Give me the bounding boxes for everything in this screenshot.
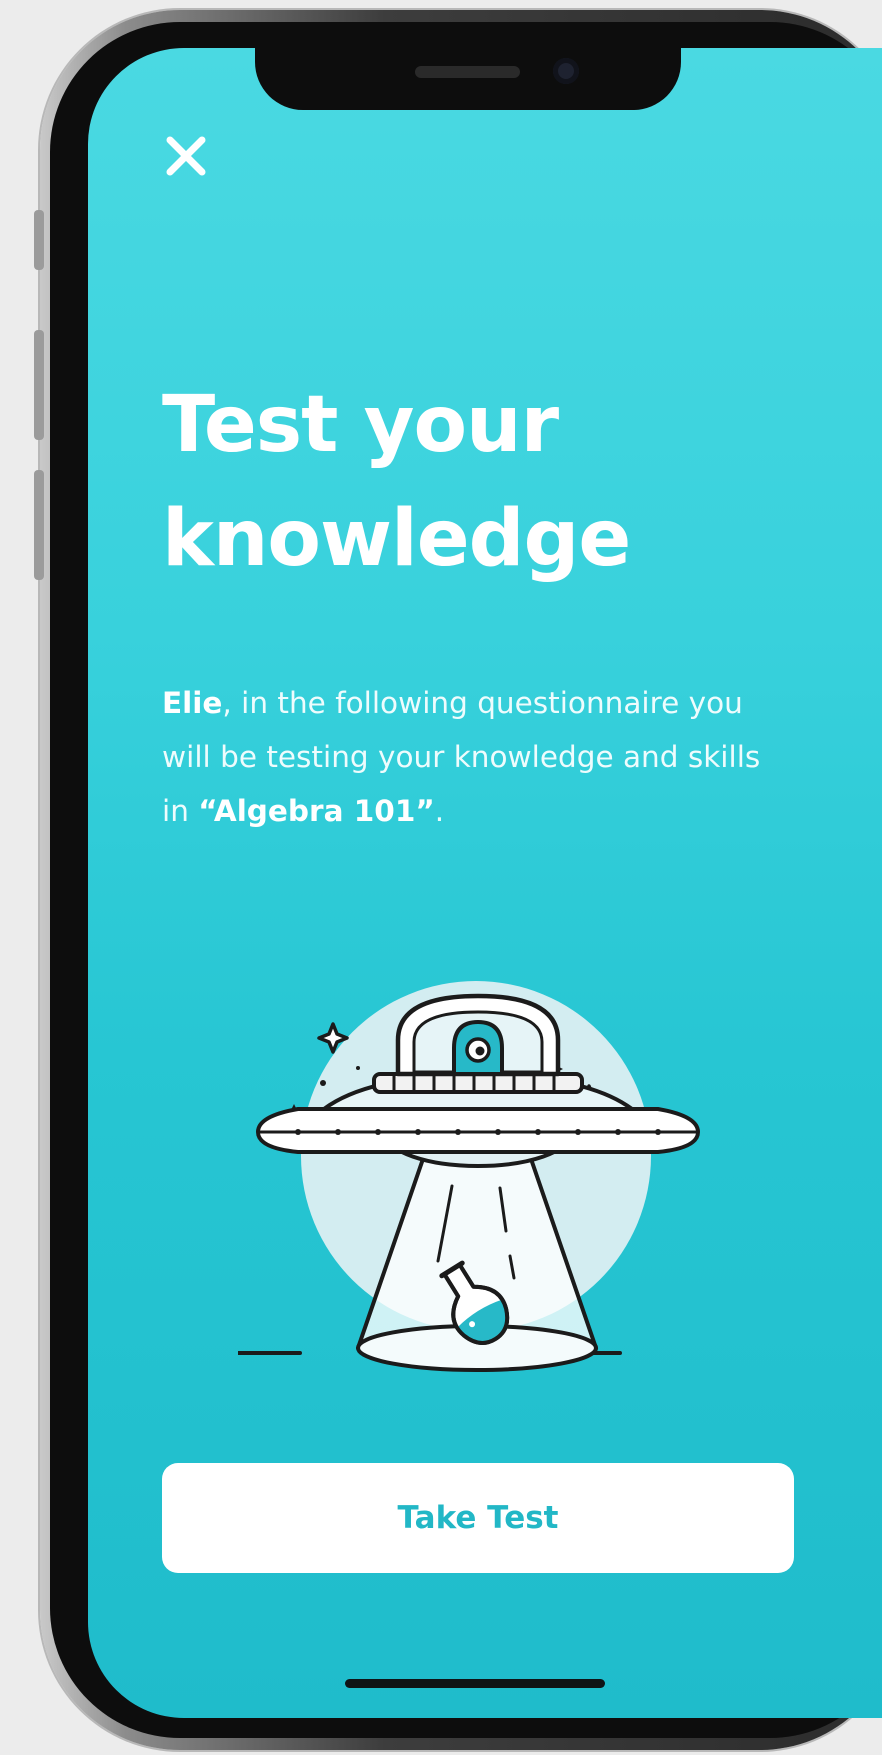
title-line-2: knowledge [162, 494, 631, 584]
course-name: “Algebra 101” [198, 794, 435, 828]
user-name: Elie [162, 686, 223, 720]
home-indicator[interactable] [345, 1679, 605, 1688]
front-camera [553, 58, 579, 84]
silent-switch [34, 210, 44, 270]
volume-up-button [34, 330, 44, 440]
title-line-1: Test your [162, 380, 559, 470]
intro-description: Elie, in the following questionnaire you… [162, 676, 778, 838]
close-icon [166, 136, 206, 176]
volume-down-button [34, 470, 44, 580]
app-screen: Test your knowledge Elie, in the followi… [88, 48, 882, 1718]
take-test-button[interactable]: Take Test [162, 1463, 794, 1573]
page-title: Test your knowledge [162, 368, 802, 596]
description-end: . [434, 794, 445, 828]
close-button[interactable] [158, 128, 214, 184]
ufo-flask-illustration [238, 981, 700, 1372]
speaker-grille [415, 66, 520, 78]
notch [255, 48, 681, 110]
